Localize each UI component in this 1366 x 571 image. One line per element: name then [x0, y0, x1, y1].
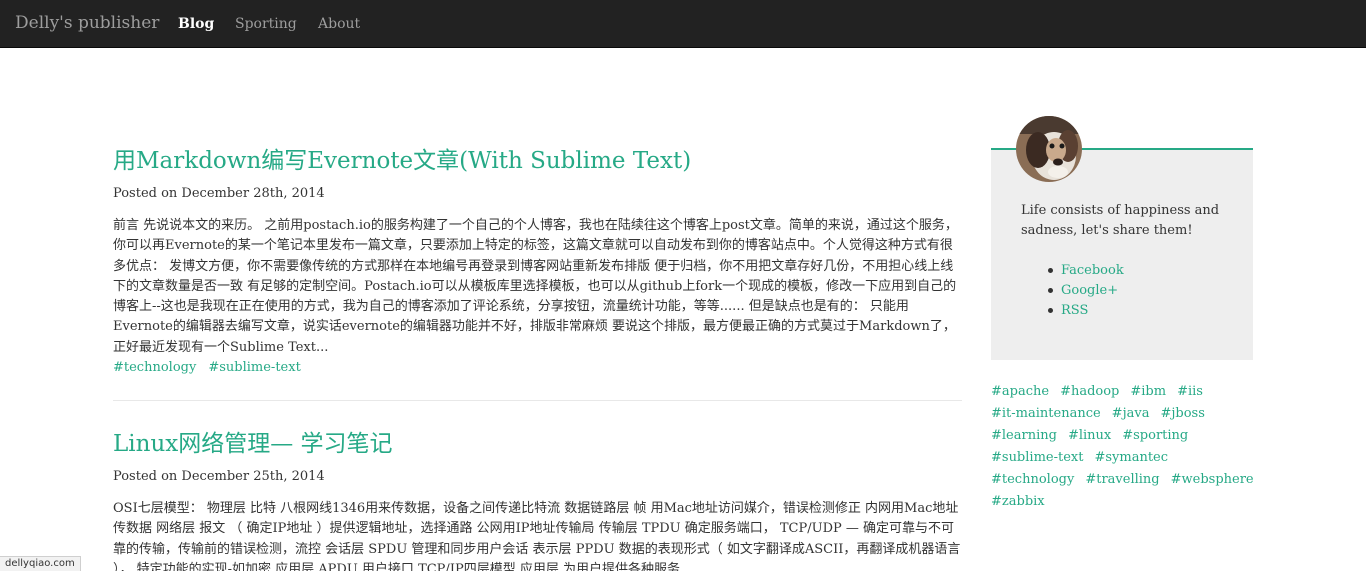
- nav-about[interactable]: About: [318, 16, 360, 32]
- tag-link[interactable]: #learning: [991, 428, 1057, 443]
- nav-blog[interactable]: Blog: [178, 16, 214, 32]
- profile-card: [991, 148, 1253, 360]
- tag-link[interactable]: #websphere: [1171, 472, 1254, 487]
- google-plus-link[interactable]: Google+: [1047, 281, 1124, 301]
- social-links: Facebook Google+ RSS: [1047, 261, 1124, 321]
- top-navbar: Delly's publisher Blog Sporting About: [0, 0, 1366, 48]
- post-tags: #technology #sublime-text: [113, 360, 313, 375]
- tag-link[interactable]: #sublime-text: [991, 450, 1083, 465]
- avatar: [1016, 116, 1082, 182]
- tag-link[interactable]: #ibm: [1130, 384, 1166, 399]
- tag-link[interactable]: #jboss: [1160, 406, 1204, 421]
- dog-avatar-icon: [1016, 116, 1082, 182]
- tag-link[interactable]: #zabbix: [991, 494, 1045, 509]
- post-title[interactable]: Linux网络管理— 学习笔记: [113, 424, 393, 458]
- tag-link[interactable]: #travelling: [1085, 472, 1159, 487]
- status-bar-url: dellyqiao.com: [0, 556, 81, 571]
- post-date: Posted on December 28th, 2014: [113, 186, 325, 201]
- site-brand[interactable]: Delly's publisher: [15, 13, 159, 33]
- post-tag-link[interactable]: #technology: [113, 360, 196, 375]
- facebook-link[interactable]: Facebook: [1047, 261, 1124, 281]
- rss-link[interactable]: RSS: [1047, 301, 1124, 321]
- tag-link[interactable]: #java: [1112, 406, 1150, 421]
- post-excerpt: OSI七层模型： 物理层 比特 八根网线1346用来传数据，设备之间传递比特流 …: [113, 501, 961, 571]
- nav-sporting[interactable]: Sporting: [235, 16, 297, 32]
- tag-link[interactable]: #apache: [991, 384, 1049, 399]
- post-title[interactable]: 用Markdown编写Evernote文章(With Sublime Text): [113, 141, 691, 175]
- post-excerpt: 前言 先说说本文的来历。 之前用postach.io的服务构建了一个自己的个人博…: [113, 218, 958, 355]
- post-divider: [113, 400, 962, 401]
- post-tag-link[interactable]: #sublime-text: [208, 360, 300, 375]
- tag-link[interactable]: #it-maintenance: [991, 406, 1101, 421]
- tag-link[interactable]: #iis: [1177, 384, 1203, 399]
- tag-cloud: #apache #hadoop #ibm #iis #it-maintenance #j…: [991, 381, 1254, 513]
- post-date: Posted on December 25th, 2014: [113, 469, 325, 484]
- profile-bio: Life consists of happiness and sadness, …: [1021, 203, 1220, 238]
- tag-link[interactable]: #hadoop: [1060, 384, 1119, 399]
- tag-link[interactable]: #sporting: [1122, 428, 1188, 443]
- tag-link[interactable]: #symantec: [1094, 450, 1168, 465]
- tag-link[interactable]: #linux: [1068, 428, 1111, 443]
- tag-link[interactable]: #technology: [991, 472, 1074, 487]
